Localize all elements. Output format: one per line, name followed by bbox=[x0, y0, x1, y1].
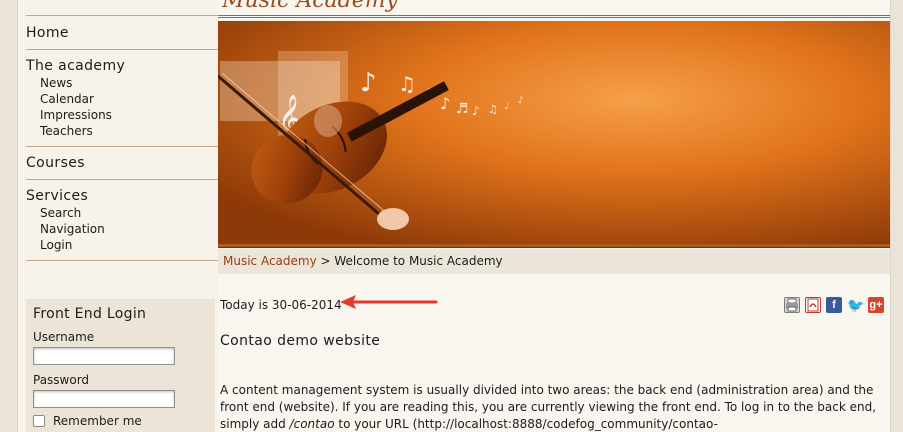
svg-text:♬: ♬ bbox=[456, 101, 469, 117]
today-date: Today is 30-06-2014 bbox=[220, 298, 342, 312]
breadcrumb-link-home[interactable]: Music Academy bbox=[223, 254, 317, 268]
article-text: A content management system is usually d… bbox=[220, 382, 888, 432]
main-navigation: Home The academy News Calendar Impressio… bbox=[26, 0, 223, 261]
remember-me-checkbox[interactable] bbox=[33, 415, 45, 427]
nav-group-home: Home bbox=[26, 16, 223, 50]
facebook-icon[interactable]: f bbox=[826, 297, 842, 313]
svg-text:♪: ♪ bbox=[472, 104, 480, 118]
svg-text:♩: ♩ bbox=[504, 101, 509, 112]
share-icons: f 🐦 g+ bbox=[784, 297, 884, 313]
right-page-edge bbox=[890, 0, 903, 432]
nav-item-courses[interactable]: Courses bbox=[26, 154, 223, 172]
svg-text:♪: ♪ bbox=[360, 68, 377, 98]
nav-top-divider bbox=[26, 0, 223, 16]
print-icon[interactable] bbox=[784, 297, 800, 313]
twitter-icon[interactable]: 🐦 bbox=[847, 297, 864, 313]
password-field[interactable] bbox=[33, 390, 175, 408]
header: Music Academy bbox=[218, 0, 890, 18]
login-form: Front End Login Username Password Rememb… bbox=[26, 299, 215, 432]
nav-subitem-navigation[interactable]: Navigation bbox=[26, 221, 223, 237]
nav-subitem-search[interactable]: Search bbox=[26, 205, 223, 221]
sidebar: Home The academy News Calendar Impressio… bbox=[17, 0, 223, 432]
nav-group-academy: The academy News Calendar Impressions Te… bbox=[26, 50, 223, 147]
nav-item-the-academy[interactable]: The academy bbox=[26, 57, 223, 75]
nav-subitem-login[interactable]: Login bbox=[26, 237, 223, 253]
main-content: Music Academy 𝄞 ♪ ♫ ♪ ♬ ♪ ♫ ♩ ♪ Music Ac… bbox=[218, 0, 890, 432]
breadcrumb-separator: > bbox=[316, 254, 335, 268]
remember-me-row: Remember me bbox=[33, 414, 208, 428]
password-label: Password bbox=[33, 373, 90, 387]
svg-text:♪: ♪ bbox=[440, 94, 450, 113]
remember-me-label: Remember me bbox=[53, 414, 142, 428]
breadcrumb-trail: Music Academy > Welcome to Music Academy bbox=[223, 254, 503, 268]
svg-text:♫: ♫ bbox=[398, 72, 416, 96]
nav-subitem-calendar[interactable]: Calendar bbox=[26, 91, 223, 107]
google-plus-icon[interactable]: g+ bbox=[868, 297, 884, 313]
article-text-emphasis: /contao bbox=[289, 417, 335, 431]
header-banner-image: 𝄞 ♪ ♫ ♩ ♪ ♬ ♪ ♫ ♩ ♪ bbox=[218, 21, 890, 244]
nav-subitem-impressions[interactable]: Impressions bbox=[26, 107, 223, 123]
svg-text:♫: ♫ bbox=[488, 103, 498, 116]
login-title: Front End Login bbox=[33, 306, 147, 322]
nav-item-services[interactable]: Services bbox=[26, 187, 223, 205]
nav-group-courses: Courses bbox=[26, 147, 223, 180]
annotation-arrow-icon bbox=[340, 295, 438, 309]
page: Home The academy News Calendar Impressio… bbox=[0, 0, 903, 432]
username-label: Username bbox=[33, 330, 95, 344]
pdf-icon[interactable] bbox=[805, 297, 821, 313]
article-title: Contao demo website bbox=[220, 333, 381, 349]
nav-item-home[interactable]: Home bbox=[26, 24, 223, 42]
breadcrumb: Music Academy > Welcome to Music Academy bbox=[218, 249, 890, 274]
nav-group-services: Services Search Navigation Login bbox=[26, 180, 223, 261]
breadcrumb-current: Welcome to Music Academy bbox=[334, 254, 503, 268]
nav-subitem-teachers[interactable]: Teachers bbox=[26, 123, 223, 139]
username-field[interactable] bbox=[33, 347, 175, 365]
nav-subitem-news[interactable]: News bbox=[26, 75, 223, 91]
site-logo[interactable]: Music Academy bbox=[222, 0, 398, 13]
svg-text:♪: ♪ bbox=[518, 96, 524, 106]
banner-divider bbox=[218, 244, 890, 248]
